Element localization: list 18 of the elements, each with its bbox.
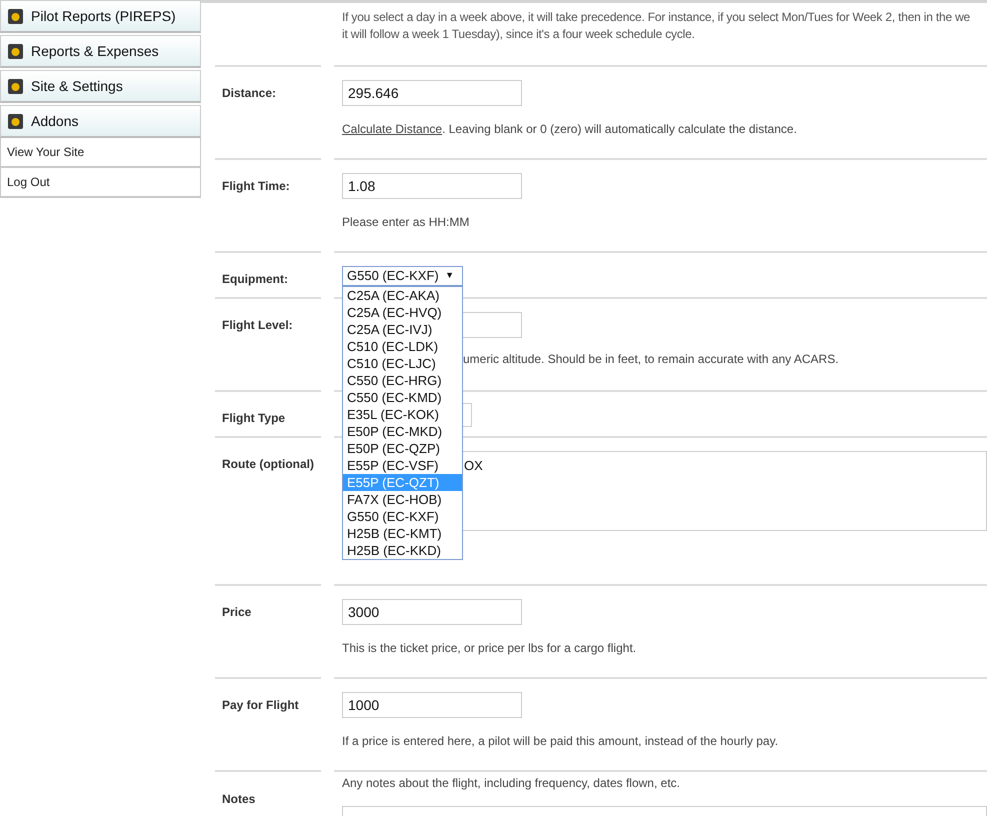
help-text: Calculate Distance. Leaving blank or 0 (zero) will automatically calculate the distance. (342, 121, 797, 138)
help-text: it will follow a week 1 Tuesday), since it's a four week schedule cycle. (342, 26, 695, 43)
help-text: Any notes about the flight, including frequency, dates flown, etc. (342, 775, 680, 792)
field-label: Flight Level: (222, 318, 293, 332)
help-text: If you select a day in a week above, it will take precedence. For instance, if you select Mon/Tues for Week 2, then in the we (342, 9, 970, 26)
help-text: This is the ticket price, or price per lbs for a cargo flight. (342, 640, 636, 657)
field-label: Route (optional) (222, 457, 314, 471)
caret-icon: ▼ (445, 269, 458, 283)
help-text: umeric altitude. Should be in feet, to remain accurate with any ACARS. (463, 351, 839, 368)
help-text: If a price is entered here, a pilot will be paid this amount, instead of the hourly pay. (342, 733, 778, 750)
field-label: Pay for Flight (222, 698, 299, 712)
field-label: Flight Time: (222, 179, 290, 193)
field-label: Notes (222, 792, 256, 806)
field-label: Equipment: (222, 272, 288, 286)
field-label: Price (222, 605, 252, 619)
field-label: Distance: (222, 86, 276, 100)
help-text: Please enter as HH:MM (342, 214, 470, 231)
field-label: Flight Type (222, 411, 286, 425)
